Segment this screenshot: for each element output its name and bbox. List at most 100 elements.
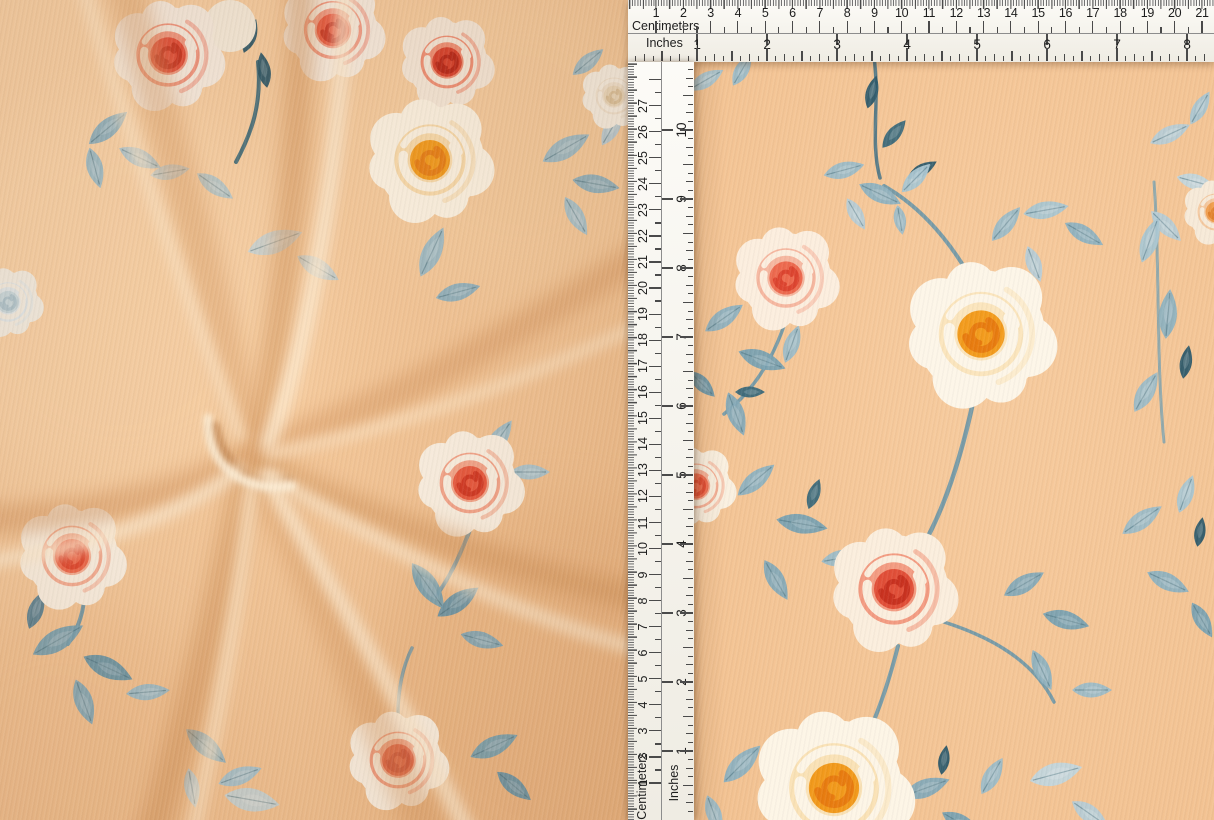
eighth-inch-tick — [683, 578, 693, 579]
cm-number: 3 — [707, 6, 714, 20]
eighth-inch-tick — [1195, 56, 1196, 61]
ruler-cast-shadow — [694, 62, 1214, 820]
eighth-inch-tick — [793, 56, 794, 61]
half-cm-tick — [751, 27, 752, 33]
cm-number: 15 — [1032, 6, 1045, 20]
half-cm-tick — [1079, 27, 1080, 33]
eighth-inch-tick — [686, 112, 694, 113]
eighth-inch-tick — [915, 56, 916, 61]
eighth-inch-tick — [686, 216, 694, 217]
eighth-inch-tick — [1169, 54, 1170, 62]
cm-tick — [649, 209, 661, 210]
eighth-inch-tick — [688, 483, 693, 484]
eighth-inch-tick — [810, 56, 811, 61]
half-cm-tick — [655, 248, 661, 249]
half-cm-tick — [655, 743, 661, 744]
eighth-inch-tick — [686, 699, 694, 700]
cm-number: 8 — [844, 6, 851, 20]
eighth-inch-tick — [653, 56, 654, 61]
eighth-inch-tick — [968, 56, 969, 61]
vertical-ruler: Centimeters Inches 123456789101112131415… — [628, 62, 694, 820]
half-cm-tick — [1106, 27, 1107, 33]
cm-tick — [649, 235, 661, 236]
eighth-inch-tick — [1011, 51, 1012, 61]
eighth-inch-tick — [683, 302, 693, 303]
eighth-inch-tick — [994, 54, 995, 62]
cm-tick — [649, 157, 661, 158]
eighth-inch-tick — [688, 638, 693, 639]
eighth-inch-tick — [688, 794, 693, 795]
eighth-inch-tick — [688, 397, 693, 398]
eighth-inch-tick — [688, 431, 693, 432]
cm-tick — [710, 21, 711, 33]
half-cm-tick — [655, 118, 661, 119]
half-cm-tick — [655, 327, 661, 328]
eighth-inch-tick — [933, 56, 934, 61]
cm-tick — [649, 704, 661, 705]
cm-tick — [649, 314, 661, 315]
eighth-inch-tick — [941, 51, 942, 61]
eighth-inch-tick — [688, 311, 693, 312]
eighth-inch-tick — [686, 147, 694, 148]
cm-number: 1 — [653, 6, 660, 20]
eighth-inch-tick — [950, 56, 951, 61]
cm-number: 18 — [1113, 6, 1126, 20]
half-cm-tick — [997, 27, 998, 33]
eighth-inch-tick — [688, 414, 693, 415]
eighth-inch-tick — [686, 664, 694, 665]
eighth-inch-tick — [688, 811, 693, 812]
half-cm-tick — [1133, 27, 1134, 33]
eighth-inch-tick — [683, 785, 693, 786]
cm-tick — [649, 574, 661, 575]
half-cm-tick — [915, 27, 916, 33]
eighth-inch-tick — [688, 56, 689, 61]
eighth-inch-tick — [688, 466, 693, 467]
half-cm-tick — [669, 27, 670, 33]
cm-tick — [649, 340, 661, 341]
eighth-inch-tick — [688, 535, 693, 536]
eighth-inch-tick — [688, 242, 693, 243]
eighth-inch-tick — [731, 51, 732, 61]
half-cm-tick — [655, 274, 661, 275]
eighth-inch-tick — [740, 56, 741, 61]
cm-number: 7 — [816, 6, 823, 20]
cm-tick — [1174, 21, 1175, 33]
half-cm-tick — [655, 379, 661, 380]
half-cm-tick — [833, 27, 834, 33]
cm-tick — [901, 21, 902, 33]
eighth-inch-tick — [688, 121, 693, 122]
cm-tick — [928, 21, 929, 33]
inch-tick — [662, 267, 673, 268]
eighth-inch-tick — [688, 207, 693, 208]
eighth-inch-tick — [686, 181, 694, 182]
inch-tick — [662, 336, 673, 337]
eighth-inch-tick — [688, 725, 693, 726]
eighth-inch-tick — [801, 51, 802, 61]
eighth-inch-tick — [686, 561, 694, 562]
eighth-inch-tick — [686, 78, 694, 79]
eighth-inch-tick — [1055, 56, 1056, 61]
eighth-inch-tick — [683, 371, 693, 372]
half-cm-tick — [655, 639, 661, 640]
half-cm-tick — [1051, 27, 1052, 33]
eighth-inch-tick — [679, 54, 680, 62]
eighth-inch-tick — [854, 54, 855, 62]
inches-label: Inches — [646, 36, 683, 50]
eighth-inch-tick — [688, 621, 693, 622]
cm-tick — [649, 105, 661, 106]
inch-tick — [662, 681, 673, 682]
cm-number: 4 — [735, 6, 742, 20]
half-cm-tick — [655, 457, 661, 458]
cm-tick — [649, 652, 661, 653]
eighth-inch-tick — [688, 449, 693, 450]
eighth-inch-tick — [688, 104, 693, 105]
cm-number: 9 — [871, 6, 878, 20]
inch-tick — [662, 543, 673, 544]
eighth-inch-tick — [683, 440, 693, 441]
cm-number: 10 — [895, 6, 908, 20]
eighth-inch-tick — [680, 405, 693, 406]
cm-tick — [649, 444, 661, 445]
eighth-inch-tick — [784, 54, 785, 62]
cm-number: 5 — [762, 6, 769, 20]
eighth-inch-tick — [723, 56, 724, 61]
